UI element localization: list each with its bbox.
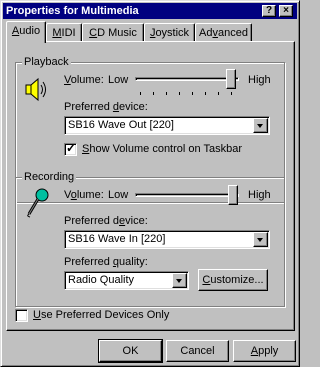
- playback-device-select[interactable]: SB16 Wave Out [220]: [64, 116, 270, 135]
- playback-group-label: Playback: [22, 56, 71, 68]
- tab-joystick[interactable]: Joystick: [144, 23, 195, 43]
- recording-low-label: Low: [108, 189, 129, 201]
- playback-volume-track: [135, 77, 239, 81]
- playback-low-label: Low: [108, 74, 129, 86]
- speaker-icon: [25, 77, 46, 102]
- properties-dialog: Properties for Multimedia ? × Audio MIDI…: [0, 0, 300, 367]
- recording-high-label: High: [248, 189, 271, 201]
- recording-device-value: SB16 Wave In [220]: [68, 233, 166, 245]
- recording-device-label: Preferred device:: [64, 215, 148, 227]
- playback-volume-tick: [231, 92, 232, 95]
- tab-midi[interactable]: MIDI: [46, 23, 82, 43]
- recording-quality-value: Radio Quality: [68, 274, 135, 286]
- microphone-icon: [27, 188, 49, 218]
- playback-high-label: High: [248, 74, 271, 86]
- show-volume-checkmark: ✓: [66, 141, 77, 155]
- cancel-button[interactable]: Cancel: [166, 340, 229, 362]
- use-preferred-checkbox[interactable]: [15, 309, 28, 322]
- playback-device-value: SB16 Wave Out [220]: [68, 119, 174, 131]
- playback-volume-tick: [166, 92, 167, 95]
- playback-volume-tick: [140, 92, 141, 95]
- recording-volume-thumb[interactable]: [228, 185, 238, 205]
- playback-volume-tick: [179, 92, 180, 95]
- recording-group-label: Recording: [22, 171, 77, 183]
- show-volume-checkbox[interactable]: ✓: [64, 141, 77, 156]
- recording-device-select[interactable]: SB16 Wave In [220]: [64, 230, 270, 249]
- playback-volume-thumb[interactable]: [226, 69, 236, 89]
- playback-device-dropdown-arrow[interactable]: [253, 118, 268, 133]
- apply-button[interactable]: Apply: [233, 340, 296, 362]
- recording-volume-slider[interactable]: [133, 183, 243, 207]
- window-title: Properties for Multimedia: [6, 5, 139, 17]
- playback-volume-tick: [192, 92, 193, 95]
- customize-button[interactable]: Customize...: [198, 269, 268, 291]
- tab-cd-music[interactable]: CD Music: [82, 23, 144, 43]
- use-preferred-label[interactable]: Use Preferred Devices Only: [33, 309, 169, 321]
- recording-quality-dropdown-arrow[interactable]: [172, 273, 187, 288]
- tab-audio[interactable]: Audio: [6, 21, 46, 43]
- recording-quality-select[interactable]: Radio Quality: [64, 271, 189, 290]
- recording-device-dropdown-arrow[interactable]: [253, 232, 268, 247]
- playback-volume-tick: [218, 92, 219, 95]
- playback-volume-tick: [205, 92, 206, 95]
- close-button[interactable]: ×: [279, 5, 293, 17]
- recording-volume-track: [135, 193, 239, 197]
- playback-volume-label: Volume:: [64, 74, 104, 86]
- recording-volume-label: Volume:: [64, 189, 104, 201]
- audio-tab-panel: Playback Volume: Low High Preferred devi…: [6, 41, 295, 331]
- ok-button[interactable]: OK: [98, 339, 163, 363]
- recording-quality-label: Preferred quality:: [64, 256, 148, 268]
- recording-group: Recording Volume: Low High Preferred dev…: [15, 171, 285, 307]
- help-button[interactable]: ?: [262, 5, 276, 17]
- tab-advanced[interactable]: Advanced: [195, 23, 252, 43]
- playback-volume-tick: [153, 92, 154, 95]
- playback-device-label: Preferred device:: [64, 101, 148, 113]
- playback-volume-slider[interactable]: [133, 67, 243, 97]
- show-volume-label[interactable]: Show Volume control on Taskbar: [82, 143, 242, 155]
- title-bar[interactable]: Properties for Multimedia ? ×: [3, 3, 297, 19]
